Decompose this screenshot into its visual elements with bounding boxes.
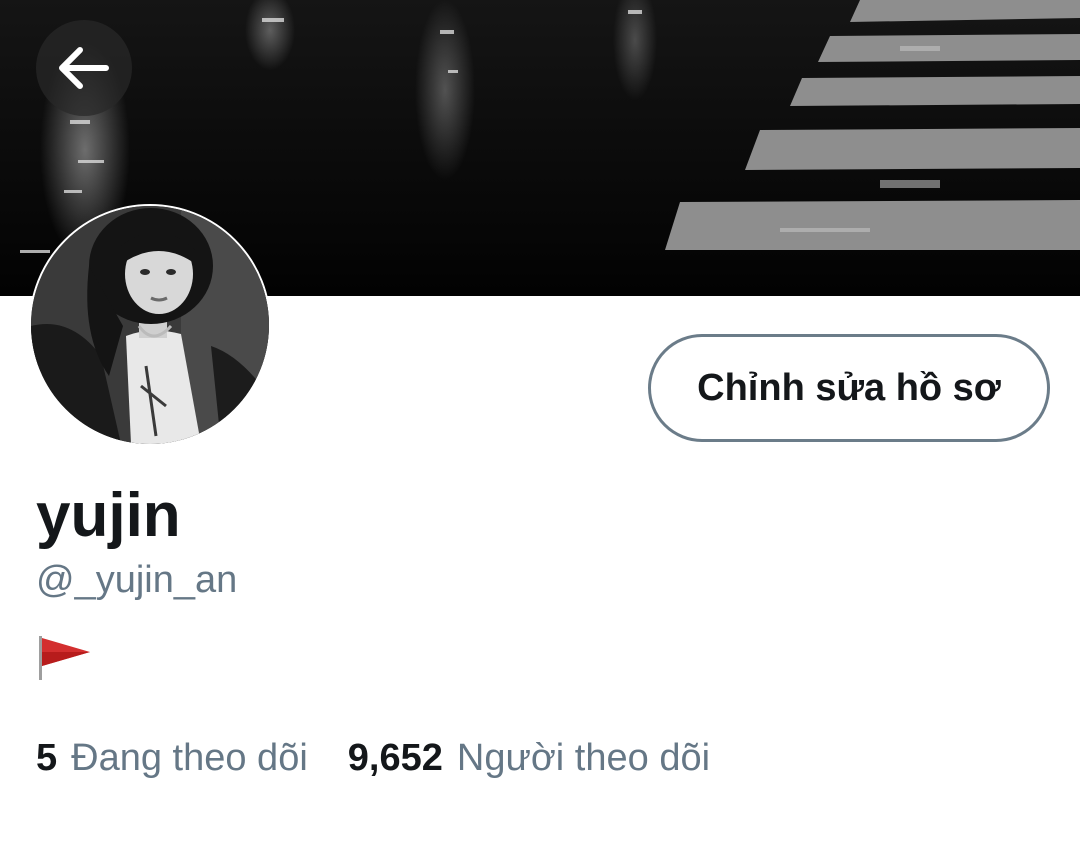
back-button[interactable]: [36, 20, 132, 116]
followers-count: 9,652: [347, 736, 443, 779]
avatar[interactable]: [29, 204, 271, 446]
user-handle: @_yujin_an: [36, 559, 238, 601]
edit-profile-label: Chỉnh sửa hồ sơ: [697, 366, 1001, 409]
followers-link[interactable]: 9,652 Người theo dõi: [348, 737, 710, 780]
follow-stats: 5 Đang theo dõi 9,652 Người theo dõi: [36, 730, 710, 786]
arrow-left-icon: [59, 47, 109, 89]
avatar-image: [31, 206, 269, 444]
following-label: Đang theo dõi: [71, 736, 308, 779]
followers-label: Người theo dõi: [456, 736, 711, 779]
edit-profile-button[interactable]: Chỉnh sửa hồ sơ: [648, 334, 1050, 442]
display-name: yujin: [36, 481, 181, 550]
red-flag-icon: [36, 632, 96, 682]
following-link[interactable]: 5 Đang theo dõi: [36, 737, 308, 780]
following-count: 5: [36, 736, 58, 779]
